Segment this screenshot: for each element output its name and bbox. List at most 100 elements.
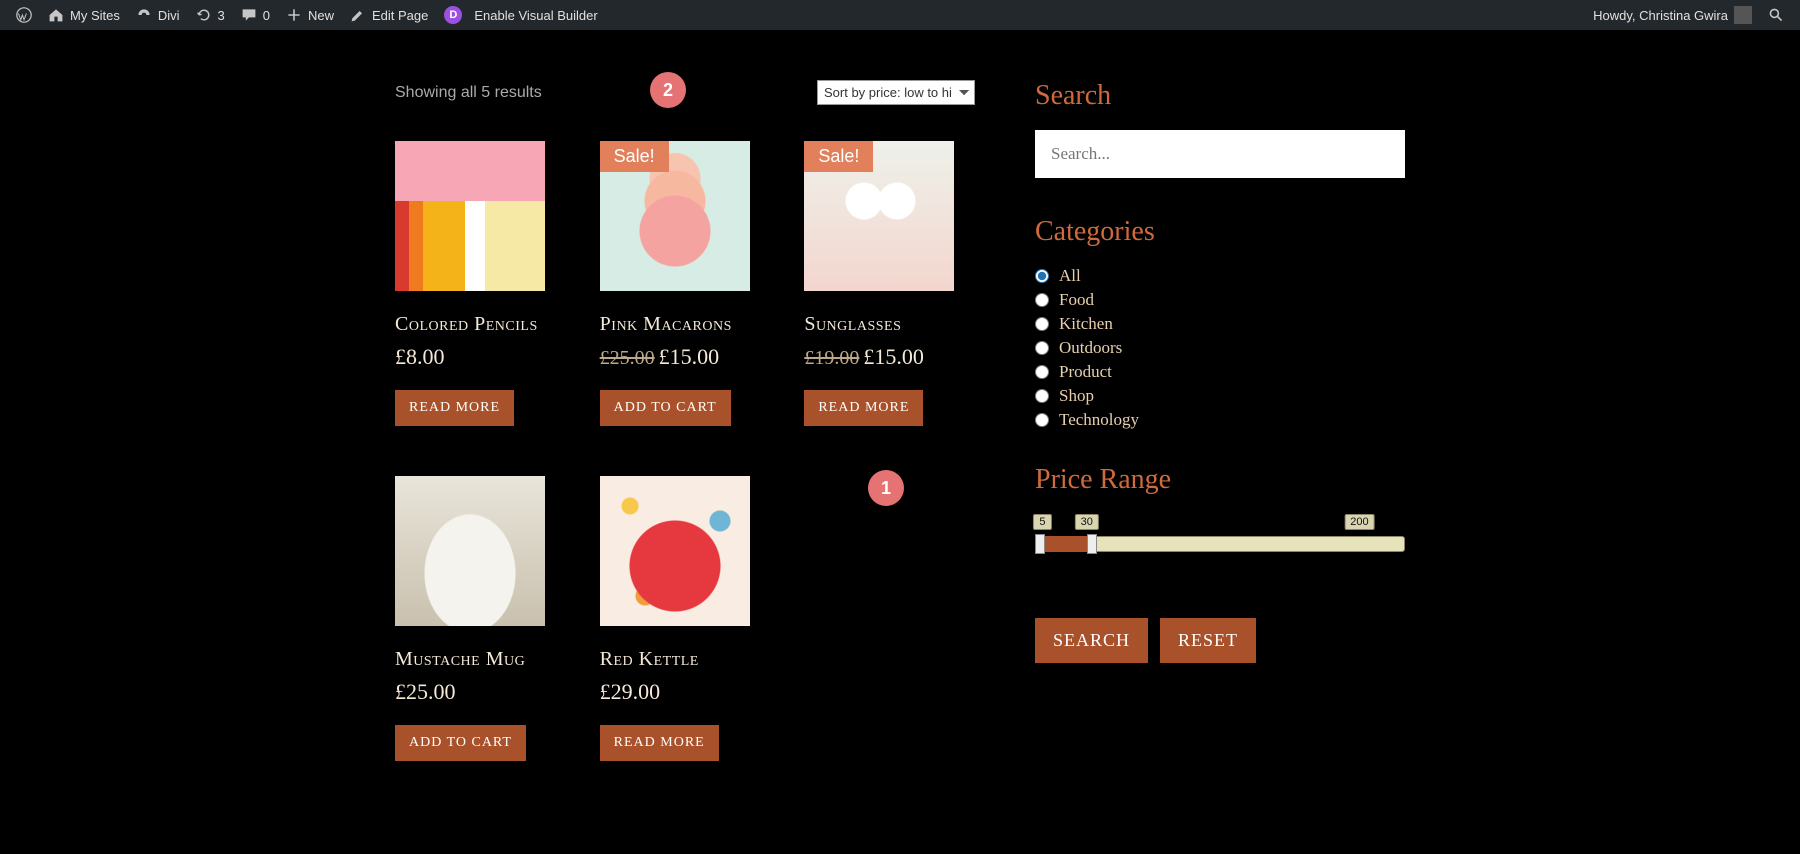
slider-handle-low[interactable]	[1035, 534, 1045, 554]
category-label: Food	[1059, 290, 1094, 310]
my-sites-link[interactable]: My Sites	[40, 0, 128, 30]
search-toggle[interactable]	[1760, 0, 1792, 30]
category-label: Kitchen	[1059, 314, 1113, 334]
category-radio[interactable]	[1035, 293, 1049, 307]
search-icon	[1768, 7, 1784, 23]
price-tick-mid: 30	[1075, 514, 1099, 530]
product-price-current: £15.00	[863, 344, 924, 369]
product-card[interactable]: Red Kettle £29.00 READ MORE	[600, 476, 771, 761]
site-label: Divi	[158, 8, 180, 23]
search-button[interactable]: SEARCH	[1035, 618, 1148, 663]
shop-main: Showing all 5 results Sort by price: low…	[395, 80, 975, 761]
product-title: Mustache Mug	[395, 648, 566, 671]
price-range-heading: Price Range	[1035, 464, 1405, 496]
wp-logo[interactable]	[8, 0, 40, 30]
product-price: £19.00£15.00	[804, 344, 975, 370]
plus-icon	[286, 7, 302, 23]
refresh-icon	[196, 7, 212, 23]
howdy-link[interactable]: Howdy, Christina Gwira	[1585, 0, 1760, 30]
avatar	[1734, 6, 1752, 24]
read-more-button[interactable]: READ MORE	[804, 390, 923, 426]
new-link[interactable]: New	[278, 0, 342, 30]
edit-page-link[interactable]: Edit Page	[342, 0, 436, 30]
product-title: Colored Pencils	[395, 313, 566, 336]
add-to-cart-button[interactable]: ADD TO CART	[395, 725, 526, 761]
read-more-button[interactable]: READ MORE	[600, 725, 719, 761]
annotation-pin-1: 1	[868, 470, 904, 506]
product-price-current: £8.00	[395, 344, 445, 369]
category-radio[interactable]	[1035, 341, 1049, 355]
category-item[interactable]: Outdoors	[1035, 338, 1405, 358]
category-label: Product	[1059, 362, 1112, 382]
product-title: Sunglasses	[804, 313, 975, 336]
product-image[interactable]	[600, 476, 750, 626]
price-tick-low: 5	[1033, 514, 1051, 530]
category-label: Outdoors	[1059, 338, 1122, 358]
category-radio[interactable]	[1035, 389, 1049, 403]
annotation-pin-2: 2	[650, 72, 686, 108]
product-card[interactable]: Mustache Mug £25.00 ADD TO CART	[395, 476, 566, 761]
house-icon	[48, 7, 64, 23]
product-price-old: £19.00	[804, 347, 859, 369]
read-more-button[interactable]: READ MORE	[395, 390, 514, 426]
sale-badge: Sale!	[600, 141, 669, 172]
divi-icon: D	[444, 6, 462, 24]
category-item[interactable]: Food	[1035, 290, 1405, 310]
product-card[interactable]: Sale! Sunglasses £19.00£15.00 READ MORE	[804, 141, 975, 426]
search-input[interactable]	[1035, 130, 1405, 178]
product-price: £25.00£15.00	[600, 344, 771, 370]
updates-link[interactable]: 3	[188, 0, 233, 30]
category-radio[interactable]	[1035, 269, 1049, 283]
comments-link[interactable]: 0	[233, 0, 278, 30]
sort-select[interactable]: Sort by price: low to high	[817, 80, 975, 105]
product-title: Red Kettle	[600, 648, 771, 671]
product-card[interactable]: Sale! Pink Macarons £25.00£15.00 ADD TO CAR…	[600, 141, 771, 426]
comments-count: 0	[263, 8, 270, 23]
wordpress-icon	[16, 7, 32, 23]
product-price: £29.00	[600, 679, 771, 705]
category-radio[interactable]	[1035, 317, 1049, 331]
edit-page-label: Edit Page	[372, 8, 428, 23]
product-price: £8.00	[395, 344, 566, 370]
updates-count: 3	[218, 8, 225, 23]
product-price-current: £25.00	[395, 679, 456, 704]
category-item[interactable]: Kitchen	[1035, 314, 1405, 334]
gauge-icon	[136, 7, 152, 23]
category-radio[interactable]	[1035, 365, 1049, 379]
pencil-icon	[350, 7, 366, 23]
visual-builder-label: Enable Visual Builder	[474, 8, 597, 23]
product-title: Pink Macarons	[600, 313, 771, 336]
category-item[interactable]: Product	[1035, 362, 1405, 382]
product-image[interactable]	[395, 141, 545, 291]
price-range-slider[interactable]: 5 30 200	[1035, 514, 1405, 564]
categories-heading: Categories	[1035, 216, 1405, 248]
category-item[interactable]: Technology	[1035, 410, 1405, 430]
search-heading: Search	[1035, 80, 1405, 112]
category-label: All	[1059, 266, 1081, 286]
product-price-old: £25.00	[600, 347, 655, 369]
visual-builder-link[interactable]: D Enable Visual Builder	[436, 0, 605, 30]
sidebar: Search Categories All Food Kitchen Outdoors…	[1035, 80, 1405, 663]
wp-admin-bar: My Sites Divi 3 0 New Edit Page D Enable…	[0, 0, 1800, 30]
product-image[interactable]	[395, 476, 545, 626]
product-card[interactable]: Colored Pencils £8.00 READ MORE	[395, 141, 566, 426]
reset-button[interactable]: RESET	[1160, 618, 1256, 663]
category-radio[interactable]	[1035, 413, 1049, 427]
category-label: Technology	[1059, 410, 1139, 430]
new-label: New	[308, 8, 334, 23]
category-item[interactable]: All	[1035, 266, 1405, 286]
price-tick-high: 200	[1344, 514, 1374, 530]
product-price-current: £15.00	[659, 344, 720, 369]
comment-icon	[241, 7, 257, 23]
results-count: Showing all 5 results	[395, 84, 542, 102]
add-to-cart-button[interactable]: ADD TO CART	[600, 390, 731, 426]
product-price: £25.00	[395, 679, 566, 705]
product-price-current: £29.00	[600, 679, 661, 704]
slider-handle-high[interactable]	[1087, 534, 1097, 554]
site-link[interactable]: Divi	[128, 0, 188, 30]
sale-badge: Sale!	[804, 141, 873, 172]
howdy-label: Howdy, Christina Gwira	[1593, 8, 1728, 23]
my-sites-label: My Sites	[70, 8, 120, 23]
category-item[interactable]: Shop	[1035, 386, 1405, 406]
category-label: Shop	[1059, 386, 1094, 406]
